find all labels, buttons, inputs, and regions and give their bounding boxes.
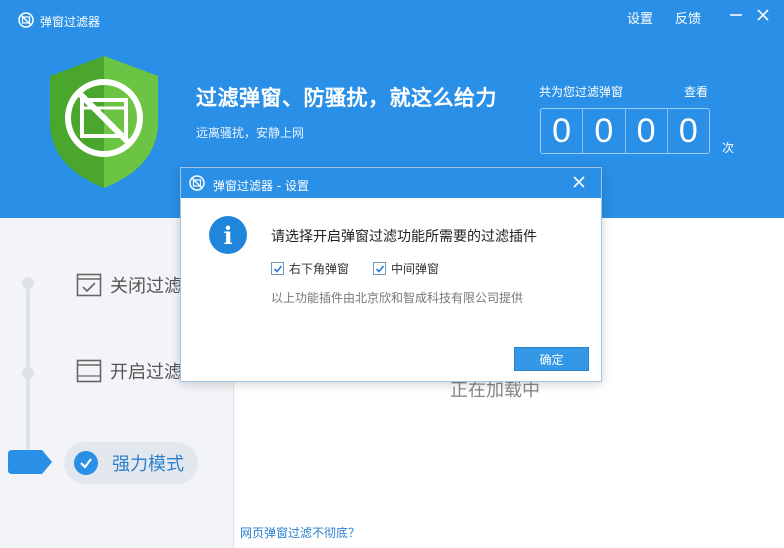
option-center-popup[interactable]: 中间弹窗 [373, 260, 439, 277]
option-label: 中间弹窗 [391, 262, 440, 276]
app-logo-icon [189, 175, 205, 191]
app-title: 弹窗过滤器 [40, 15, 101, 29]
minimize-icon[interactable] [725, 4, 747, 26]
counter-digit: 0 [678, 111, 698, 150]
counter-digit: 0 [583, 109, 626, 153]
counter-view-link[interactable]: 查看 [684, 83, 708, 100]
shield-icon [50, 56, 158, 188]
feedback-link[interactable]: 反馈 [675, 8, 701, 27]
settings-link[interactable]: 设置 [627, 8, 653, 27]
title-bar: 弹窗过滤器 设置 反馈 [0, 0, 784, 32]
counter-label: 共为您过滤弹窗 [539, 85, 624, 99]
settings-dialog: 弹窗过滤器 - 设置 i 请选择开启弹窗过滤功能所需要的过滤插件 右下角弹窗 中… [180, 167, 602, 382]
option-label: 右下角弹窗 [289, 262, 350, 276]
close-icon[interactable] [569, 172, 589, 192]
ok-button[interactable]: 确定 [514, 347, 589, 371]
active-mode-pointer [8, 450, 52, 474]
disable-window-icon [76, 273, 102, 297]
mode-label: 开启过滤 [110, 362, 182, 383]
mode-label: 关闭过滤 [110, 276, 182, 297]
dialog-question: 请选择开启弹窗过滤功能所需要的过滤插件 [271, 229, 537, 245]
rail-dot [22, 277, 34, 289]
rail-dot [22, 367, 34, 379]
dialog-titlebar: 弹窗过滤器 - 设置 [181, 168, 601, 198]
filter-help-link[interactable]: 网页弹窗过滤不彻底？ [240, 524, 360, 541]
dialog-title: 弹窗过滤器 - 设置 [213, 179, 309, 193]
info-icon: i [209, 216, 247, 254]
counter-unit: 次 [722, 141, 735, 155]
counter-display: 0 0 0 0 [540, 108, 710, 154]
mode-strong[interactable]: 强力模式 [64, 442, 198, 484]
dialog-note: 以上功能插件由北京欣和智成科技有限公司提供 [271, 291, 524, 305]
app-logo-icon [18, 12, 34, 28]
counter-digit: 0 [626, 109, 668, 153]
check-icon [74, 451, 98, 475]
checkbox[interactable] [373, 262, 386, 275]
enable-window-icon [76, 359, 102, 383]
checkbox[interactable] [271, 262, 284, 275]
mode-enable-filter[interactable]: 开启过滤 [76, 358, 182, 384]
close-icon[interactable] [752, 4, 774, 26]
mode-disable-filter[interactable]: 关闭过滤 [76, 272, 182, 298]
option-bottom-right-popup[interactable]: 右下角弹窗 [271, 260, 349, 277]
mode-label: 强力模式 [112, 454, 184, 475]
hero-headline: 过滤弹窗、防骚扰，就这么给力 [196, 86, 497, 110]
counter-digit: 0 [541, 109, 584, 153]
hero-subline: 远离骚扰，安静上网 [196, 126, 305, 140]
